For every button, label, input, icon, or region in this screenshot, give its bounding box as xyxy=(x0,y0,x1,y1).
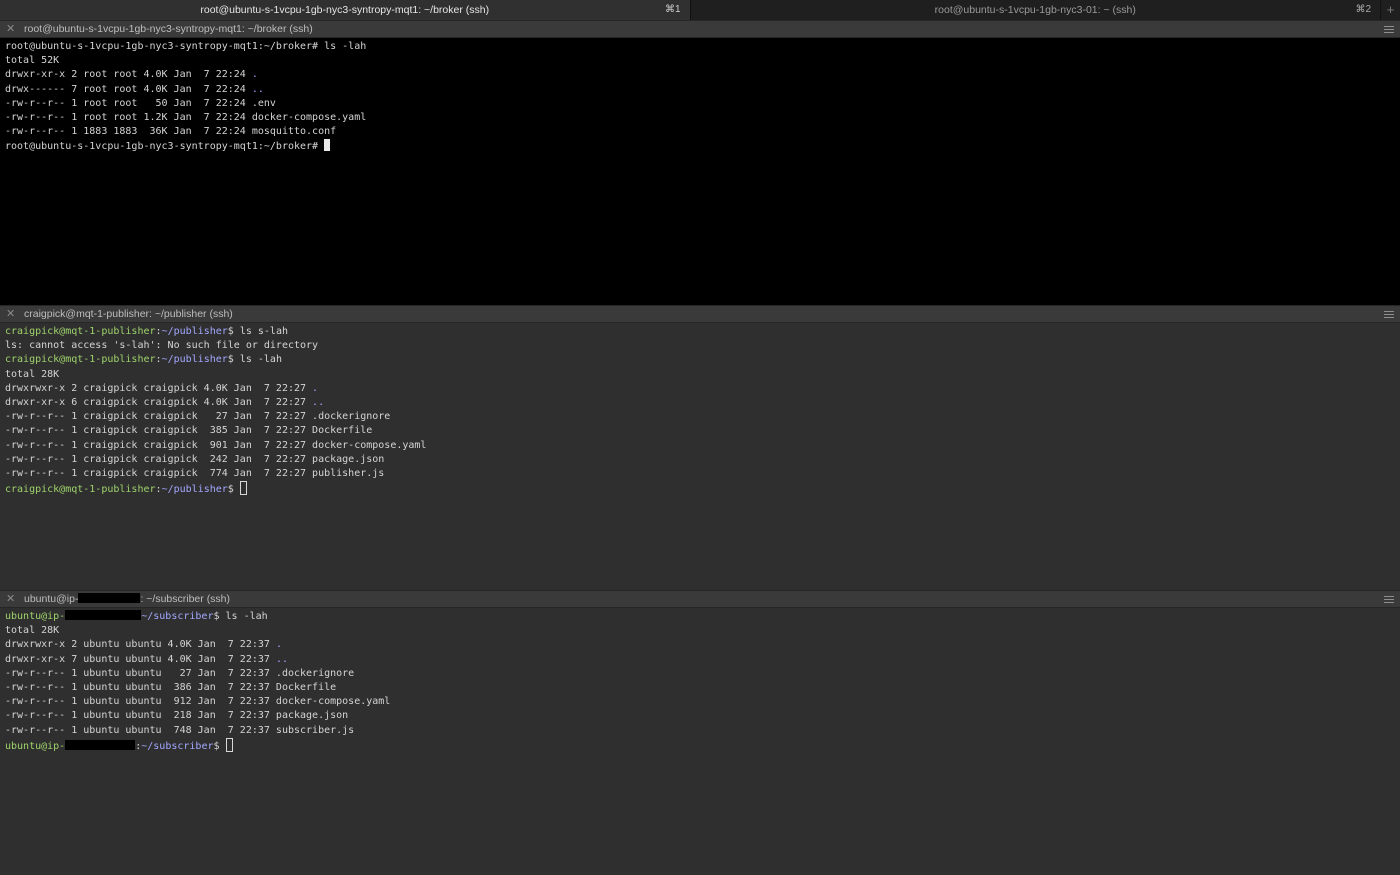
terminal-line: -rw-r--r-- 1 ubuntu ubuntu 27 Jan 7 22:3… xyxy=(5,667,355,679)
terminal-line: total 52K xyxy=(5,55,60,67)
terminal-line: -rw-r--r-- 1 ubuntu ubuntu 386 Jan 7 22:… xyxy=(5,681,337,693)
terminal-line: root@ubuntu-s-1vcpu-1gb-nyc3-syntropy-mq… xyxy=(5,40,1400,54)
terminal-line: -rw-r--r-- 1 craigpick craigpick 774 Jan… xyxy=(5,467,385,479)
dir-name: . xyxy=(312,382,319,394)
prompt-user: craigpick@mqt-1-publisher xyxy=(5,354,156,366)
prompt-path: ~/publisher xyxy=(161,326,228,337)
terminal-line: drwxrwxr-x 2 ubuntu ubuntu 4.0K Jan 7 22… xyxy=(5,638,1400,652)
terminal-line: -rw-r--r-- 1 craigpick craigpick 385 Jan… xyxy=(5,425,373,437)
listing-text: drwxrwxr-x 2 craigpick craigpick 4.0K Ja… xyxy=(5,382,313,394)
terminal-line: -rw-r--r-- 1 root root 50 Jan 7 22:24 .e… xyxy=(5,97,276,109)
prompt-path: ~/publisher xyxy=(161,484,228,496)
prompt-end: $ xyxy=(227,326,240,337)
prompt: root@ubuntu-s-1vcpu-1gb-nyc3-syntropy-mq… xyxy=(5,41,325,52)
tab-title: root@ubuntu-s-1vcpu-1gb-nyc3-01: ~ (ssh) xyxy=(934,4,1136,16)
hamburger-menu-icon[interactable] xyxy=(1384,26,1394,33)
terminal-line: total 28K xyxy=(5,368,60,380)
close-icon[interactable]: ✕ xyxy=(6,306,15,323)
tab-broker[interactable]: root@ubuntu-s-1vcpu-1gb-nyc3-syntropy-mq… xyxy=(0,0,690,20)
redacted-block xyxy=(65,739,136,750)
pane-header-broker: ✕ root@ubuntu-s-1vcpu-1gb-nyc3-syntropy-… xyxy=(0,20,1400,38)
terminal-pane-subscriber[interactable]: ubuntu@ip- ~/subscriber$ ls -lah total 28… xyxy=(0,608,1400,875)
pane-title: craigpick@mqt-1-publisher: ~/publisher (… xyxy=(24,308,233,320)
redacted-block xyxy=(78,593,141,603)
hamburger-menu-icon[interactable] xyxy=(1384,311,1394,318)
tab-bar: root@ubuntu-s-1vcpu-1gb-nyc3-syntropy-mq… xyxy=(0,0,1400,21)
prompt-end: $ xyxy=(227,484,240,496)
listing-text: drwxr-xr-x 2 root root 4.0K Jan 7 22:24 xyxy=(5,69,252,81)
tab-shortcut: ⌘2 xyxy=(1355,4,1371,15)
terminal-line: -rw-r--r-- 1 ubuntu ubuntu 218 Jan 7 22:… xyxy=(5,710,349,722)
terminal-line: -rw-r--r-- 1 root root 1.2K Jan 7 22:24 … xyxy=(5,111,367,123)
prompt-path: ~/publisher xyxy=(161,354,228,366)
prompt-user: craigpick@mqt-1-publisher xyxy=(5,326,156,337)
terminal-line: total 28K xyxy=(5,625,60,637)
cursor xyxy=(239,481,247,496)
dir-name: .. xyxy=(312,396,325,408)
terminal-line: craigpick@mqt-1-publisher:~/publisher$ l… xyxy=(5,353,1400,367)
prompt-user: ubuntu@ip- xyxy=(5,740,66,752)
dir-name: .. xyxy=(275,653,288,665)
terminal-line: drwxr-xr-x 7 ubuntu ubuntu 4.0K Jan 7 22… xyxy=(5,653,1400,667)
pane-title: root@ubuntu-s-1vcpu-1gb-nyc3-syntropy-mq… xyxy=(24,23,313,35)
hamburger-menu-icon[interactable] xyxy=(1384,596,1394,603)
pane-title-prefix: ubuntu@ip- xyxy=(24,593,79,605)
terminal-pane-publisher[interactable]: craigpick@mqt-1-publisher:~/publisher$ l… xyxy=(0,323,1400,590)
prompt-path: ~/subscriber xyxy=(141,611,214,622)
prompt-user: craigpick@mqt-1-publisher xyxy=(5,484,156,496)
terminal-line: -rw-r--r-- 1 1883 1883 36K Jan 7 22:24 m… xyxy=(5,126,337,138)
command-text: ls -lah xyxy=(225,611,268,622)
terminal-line: ubuntu@ip- ~/subscriber$ ls -lah xyxy=(5,610,1400,624)
terminal-line: -rw-r--r-- 1 craigpick craigpick 901 Jan… xyxy=(5,439,427,451)
listing-text: drwxr-xr-x 7 ubuntu ubuntu 4.0K Jan 7 22… xyxy=(5,653,276,665)
dir-name: . xyxy=(275,639,282,651)
command-text: ls -lah xyxy=(324,41,367,52)
prompt-path: ~/subscriber xyxy=(141,740,214,752)
command-text: ls -lah xyxy=(239,354,282,366)
terminal-pane-broker[interactable]: root@ubuntu-s-1vcpu-1gb-nyc3-syntropy-mq… xyxy=(0,38,1400,305)
new-tab-button[interactable]: + xyxy=(1380,0,1400,20)
cursor xyxy=(225,737,233,752)
prompt-end: $ xyxy=(213,740,226,752)
tab-shortcut: ⌘1 xyxy=(664,4,681,15)
prompt: root@ubuntu-s-1vcpu-1gb-nyc3-syntropy-mq… xyxy=(5,141,325,153)
dir-name: . xyxy=(251,69,258,81)
prompt-user: ubuntu@ip- xyxy=(5,611,66,622)
terminal-line: root@ubuntu-s-1vcpu-1gb-nyc3-syntropy-mq… xyxy=(5,139,1400,153)
prompt-end: $ xyxy=(213,611,226,622)
terminal-line: -rw-r--r-- 1 craigpick craigpick 27 Jan … xyxy=(5,411,391,423)
terminal-line: ls: cannot access 's-lah': No such file … xyxy=(5,340,319,352)
pane-title: ubuntu@ip- : ~/subscriber (ssh) xyxy=(24,591,230,608)
prompt-end: $ xyxy=(227,354,240,366)
close-icon[interactable]: ✕ xyxy=(6,591,15,608)
dir-name: .. xyxy=(251,83,264,95)
cursor xyxy=(324,139,331,152)
terminal-line: -rw-r--r-- 1 craigpick craigpick 242 Jan… xyxy=(5,453,385,465)
tab-title: root@ubuntu-s-1vcpu-1gb-nyc3-syntropy-mq… xyxy=(200,4,490,16)
terminal-line: drwxr-xr-x 2 root root 4.0K Jan 7 22:24 … xyxy=(5,68,1400,82)
terminal-line: ubuntu@ip-:~/subscriber$ xyxy=(5,737,1400,752)
terminal-line: craigpick@mqt-1-publisher:~/publisher$ xyxy=(5,481,1400,496)
command-text: ls s-lah xyxy=(239,326,288,337)
terminal-line: drwxr-xr-x 6 craigpick craigpick 4.0K Ja… xyxy=(5,396,1400,410)
pane-title-suffix: : ~/subscriber (ssh) xyxy=(140,593,231,605)
listing-text: drwxr-xr-x 6 craigpick craigpick 4.0K Ja… xyxy=(5,396,313,408)
terminal-line: drwx------ 7 root root 4.0K Jan 7 22:24 … xyxy=(5,83,1400,97)
pane-header-subscriber: ✕ ubuntu@ip- : ~/subscriber (ssh) xyxy=(0,590,1400,608)
pane-header-publisher: ✕ craigpick@mqt-1-publisher: ~/publisher… xyxy=(0,305,1400,323)
listing-text: drwx------ 7 root root 4.0K Jan 7 22:24 xyxy=(5,83,252,95)
tab-nyc3-01[interactable]: root@ubuntu-s-1vcpu-1gb-nyc3-01: ~ (ssh)… xyxy=(689,0,1381,20)
terminal-line: craigpick@mqt-1-publisher:~/publisher$ l… xyxy=(5,325,1400,339)
terminal-line: -rw-r--r-- 1 ubuntu ubuntu 912 Jan 7 22:… xyxy=(5,696,391,708)
terminal-line: -rw-r--r-- 1 ubuntu ubuntu 748 Jan 7 22:… xyxy=(5,724,355,736)
listing-text: drwxrwxr-x 2 ubuntu ubuntu 4.0K Jan 7 22… xyxy=(5,639,276,651)
terminal-line: drwxrwxr-x 2 craigpick craigpick 4.0K Ja… xyxy=(5,382,1400,396)
redacted-block xyxy=(65,610,142,620)
close-icon[interactable]: ✕ xyxy=(6,21,15,38)
